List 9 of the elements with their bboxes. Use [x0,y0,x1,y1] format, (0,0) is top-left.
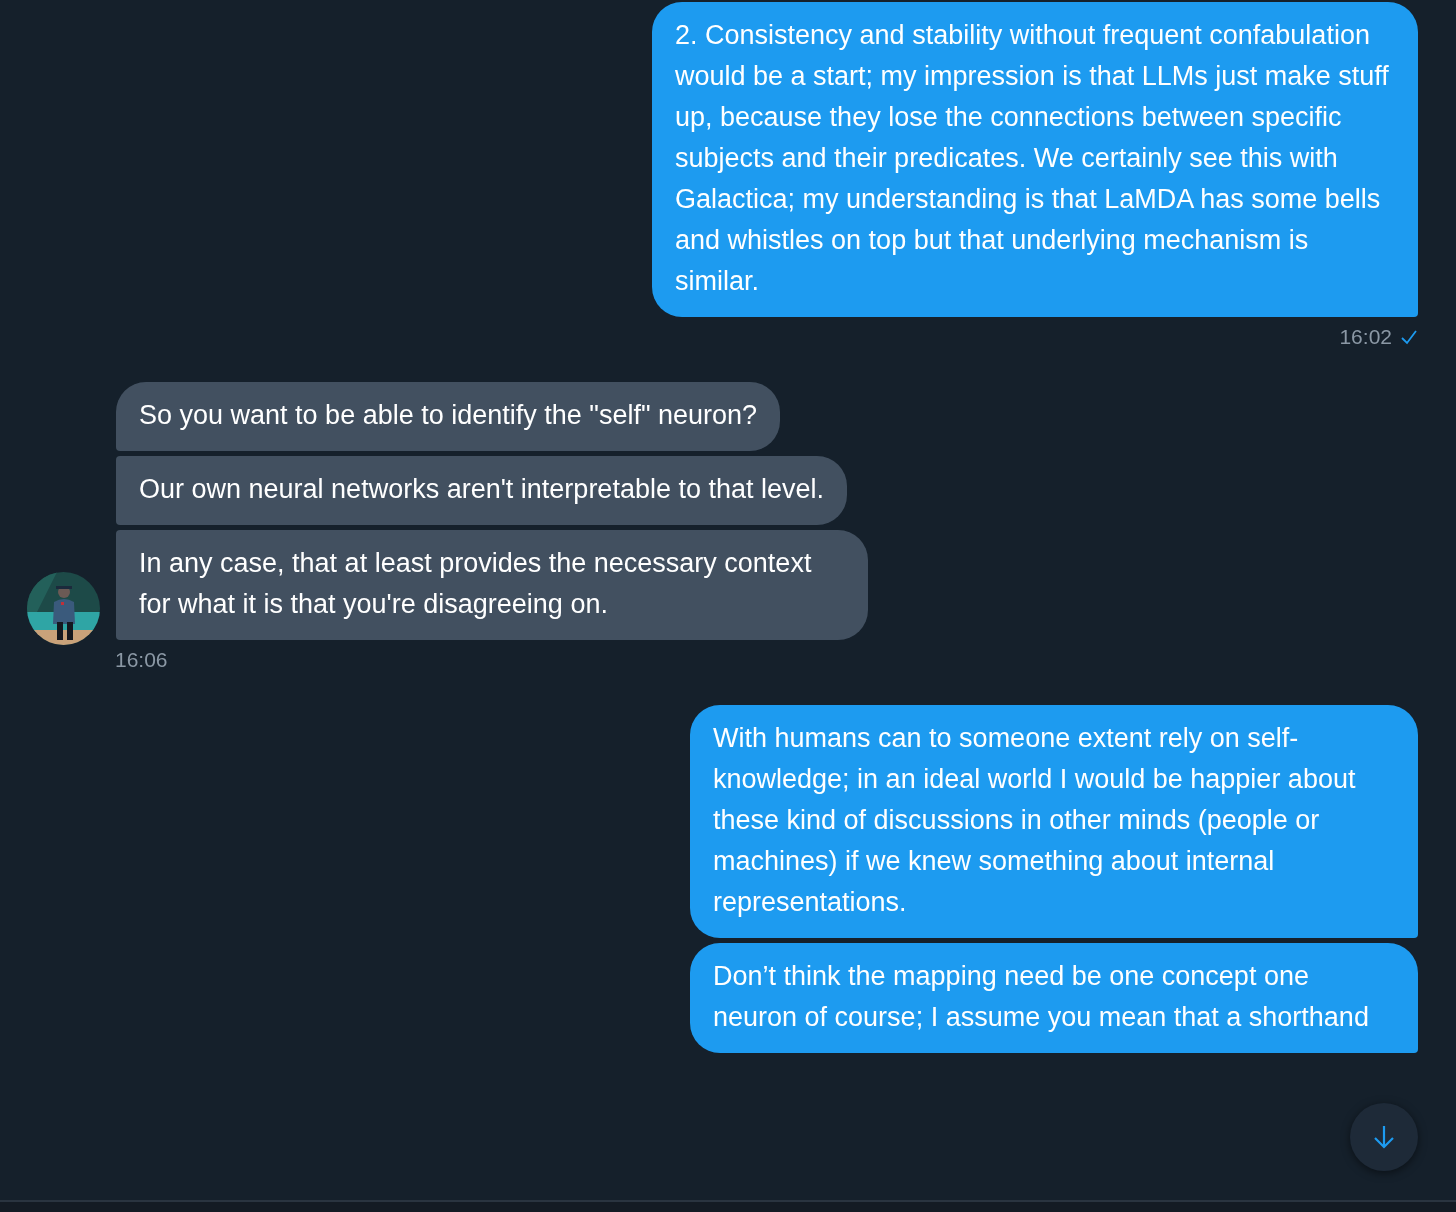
message-bubble: So you want to be able to identify the "self" neuron? [116,382,781,451]
message-bubble: In any case, that at least provides the necessary context for what it is that you're disagreeing on. [116,530,868,640]
timestamp: 16:02 [1339,324,1392,350]
message-bubble: 2. Consistency and stability without frequent confabulation would be a start; my impression is that LLMs just make stuff up, because they lose the connections between specific subjects and their predicates. We certainly see this with Galactica; my understanding is that LaMDA has some bells and whistles on top but that underlying mechanism is similar. [652,2,1418,317]
message-bubble: Our own neural networks aren't interpretable to that level. [116,456,848,525]
message-bubble: With humans can to someone extent rely on self-knowledge; in an ideal world I would be happier about these kind of discussions in other minds (people or machines) if we knew something about internal representations. [690,705,1418,938]
message-bubble: Don’t think the mapping need be one concept one neuron of course; I assume you mean that a shorthand [690,943,1418,1053]
arrow-down-icon [1372,1124,1396,1150]
timestamp: 16:06 [115,647,168,673]
